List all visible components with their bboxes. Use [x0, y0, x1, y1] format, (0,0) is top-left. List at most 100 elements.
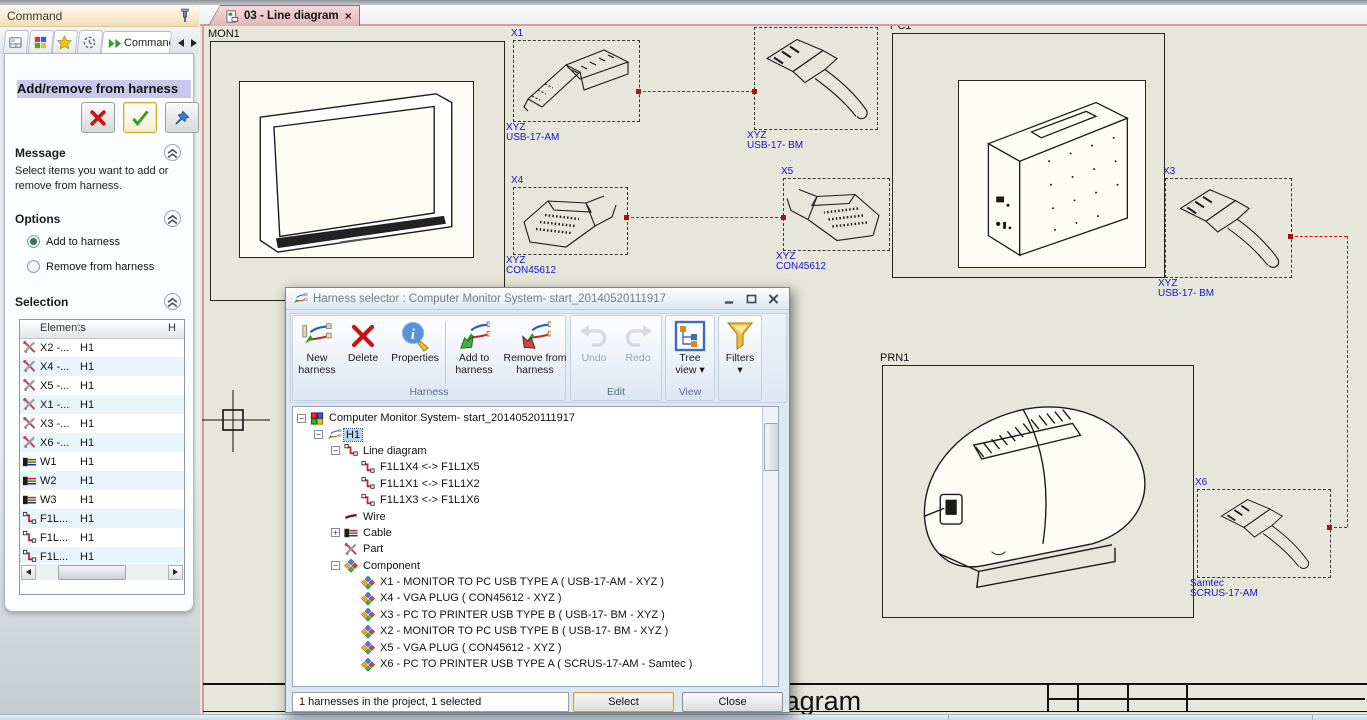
- tree-item[interactable]: −Component: [293, 558, 778, 574]
- connection-line[interactable]: [638, 91, 754, 92]
- selection-list-item[interactable]: W1H1: [20, 452, 184, 471]
- connector-box-x6[interactable]: [1197, 489, 1331, 578]
- cable-icon: [22, 492, 37, 507]
- harness-column-header[interactable]: H: [168, 322, 176, 334]
- tree-item[interactable]: F1L1X4 <-> F1L1X5: [293, 459, 778, 475]
- cancel-button[interactable]: [81, 102, 115, 133]
- selection-list-item[interactable]: X5 -...H1: [20, 376, 184, 395]
- radio-add-to-harness[interactable]: Add to harness: [27, 235, 120, 248]
- message-text: Select items you want to add or remove f…: [15, 164, 191, 194]
- document-tab[interactable]: 03 - Line diagram ×: [208, 5, 360, 26]
- ok-button[interactable]: [123, 102, 157, 133]
- collapse-icon[interactable]: −: [331, 446, 340, 455]
- selection-collapse-icon[interactable]: [164, 293, 181, 310]
- remove-from-button[interactable]: Remove fromharness: [501, 317, 569, 385]
- delete-button[interactable]: Delete: [340, 317, 386, 385]
- tree-item[interactable]: −Computer Monitor System- start_20140520…: [293, 410, 778, 426]
- add-to-button[interactable]: Add toharness: [447, 317, 501, 385]
- tree-item[interactable]: Part: [293, 541, 778, 557]
- column-divider[interactable]: [78, 322, 79, 335]
- connection-line[interactable]: [1347, 236, 1348, 527]
- dialog-titlebar[interactable]: Harness selector : Computer Monitor Syst…: [286, 288, 789, 310]
- connector-box-x5[interactable]: [783, 178, 890, 251]
- collapse-icon[interactable]: −: [314, 430, 323, 439]
- scroll-right-icon[interactable]: [168, 565, 183, 580]
- connection-line[interactable]: [1290, 236, 1347, 237]
- tab-favorites[interactable]: [52, 30, 78, 54]
- selection-list-item[interactable]: F1L...H1: [20, 528, 184, 547]
- tree-item[interactable]: F1L1X3 <-> F1L1X6: [293, 492, 778, 508]
- restore-icon[interactable]: [744, 292, 759, 306]
- connector-box-x3[interactable]: [1165, 178, 1292, 278]
- connector-box-x4[interactable]: [513, 187, 628, 255]
- select-button[interactable]: Select: [573, 692, 674, 712]
- vga2-drawing: [784, 179, 889, 250]
- message-section-header: Message: [15, 146, 66, 160]
- selection-list-item[interactable]: F1L...H1: [20, 509, 184, 528]
- application-window: Command Command Add/remove from harness: [0, 0, 1367, 720]
- connector-box-x1[interactable]: [513, 40, 640, 122]
- part-icon: [22, 416, 37, 431]
- tab-history[interactable]: [76, 30, 102, 54]
- tab-properties[interactable]: [3, 30, 29, 54]
- collapse-icon[interactable]: −: [331, 561, 340, 570]
- tree-item[interactable]: X5 - VGA PLUG ( CON45612 - XYZ ): [293, 639, 778, 655]
- tree-item[interactable]: F1L1X1 <-> F1L1X2: [293, 476, 778, 492]
- radio-remove-from-harness[interactable]: Remove from harness: [27, 260, 154, 273]
- tree-item[interactable]: −Line diagram: [293, 443, 778, 459]
- no-expander: [348, 627, 357, 636]
- close-button[interactable]: Close: [682, 692, 783, 712]
- selection-list-item[interactable]: F1L...H1: [20, 547, 184, 563]
- selection-list-item[interactable]: W3H1: [20, 490, 184, 509]
- selection-list-item[interactable]: X1 -...H1: [20, 395, 184, 414]
- tree-item[interactable]: X6 - PC TO PRINTER USB TYPE A ( SCRUS-17…: [293, 656, 778, 672]
- element-label: X3 -...: [40, 418, 78, 430]
- tree-item-label: F1L1X1 <-> F1L1X2: [378, 478, 482, 490]
- scroll-left-icon[interactable]: [21, 565, 36, 580]
- selection-list-header[interactable]: Elements H: [20, 320, 184, 339]
- ribbon-button-label: Add toharness: [447, 352, 501, 376]
- collapse-icon[interactable]: −: [297, 414, 306, 423]
- keep-visible-button[interactable]: [165, 102, 199, 133]
- connection-endpoint: [1288, 234, 1293, 239]
- selection-list-item[interactable]: X2 -...H1: [20, 338, 184, 357]
- options-collapse-icon[interactable]: [164, 210, 181, 227]
- tree-scroll-thumb[interactable]: [764, 423, 779, 471]
- tab-components[interactable]: [27, 30, 53, 54]
- dialog-ribbon: NewharnessDeleteiProperties Add toharnes…: [290, 313, 787, 403]
- tree-vscrollbar[interactable]: [762, 407, 778, 686]
- selection-list-item[interactable]: W2H1: [20, 471, 184, 490]
- tree-item[interactable]: − H1: [293, 426, 778, 442]
- connection-line[interactable]: [626, 217, 783, 218]
- properties-button[interactable]: iProperties: [386, 317, 444, 385]
- tree-item[interactable]: X1 - MONITOR TO PC USB TYPE A ( USB-17-A…: [293, 574, 778, 590]
- connector-box-x2[interactable]: [754, 27, 878, 130]
- selection-list-item[interactable]: X6 -...H1: [20, 433, 184, 452]
- selection-hscrollbar[interactable]: [21, 564, 183, 580]
- new-button[interactable]: Newharness: [294, 317, 340, 385]
- monitor-drawing: [242, 84, 471, 255]
- part-icon: [22, 435, 37, 450]
- tree-button[interactable]: Treeview ▾: [667, 317, 713, 385]
- expand-icon[interactable]: +: [331, 528, 340, 537]
- tab-scroll-left-icon[interactable]: [175, 36, 186, 50]
- tree-item[interactable]: X3 - PC TO PRINTER USB TYPE B ( USB-17- …: [293, 607, 778, 623]
- selection-list-item[interactable]: X3 -...H1: [20, 414, 184, 433]
- tab-command[interactable]: Command: [101, 31, 172, 54]
- filters-button[interactable]: Filters▾: [720, 317, 760, 385]
- tab-scroll-right-icon[interactable]: [188, 36, 199, 50]
- device-box-prn1[interactable]: [882, 365, 1194, 618]
- document-tab-close-icon[interactable]: ×: [345, 9, 352, 23]
- message-collapse-icon[interactable]: [164, 144, 181, 161]
- command-title: Add/remove from harness: [17, 80, 191, 98]
- close-icon[interactable]: [766, 292, 781, 306]
- tree-item[interactable]: +Cable: [293, 525, 778, 541]
- minimize-icon[interactable]: [722, 292, 737, 306]
- pin-panel-icon[interactable]: [177, 8, 193, 24]
- element-label: F1L...: [40, 551, 78, 563]
- selection-list-item[interactable]: X4 -...H1: [20, 357, 184, 376]
- tree-item[interactable]: Wire: [293, 508, 778, 524]
- tree-item[interactable]: X4 - VGA PLUG ( CON45612 - XYZ ): [293, 590, 778, 606]
- tree-item[interactable]: X2 - MONITOR TO PC USB TYPE B ( USB-17- …: [293, 623, 778, 639]
- scrollbar-thumb[interactable]: [58, 565, 126, 580]
